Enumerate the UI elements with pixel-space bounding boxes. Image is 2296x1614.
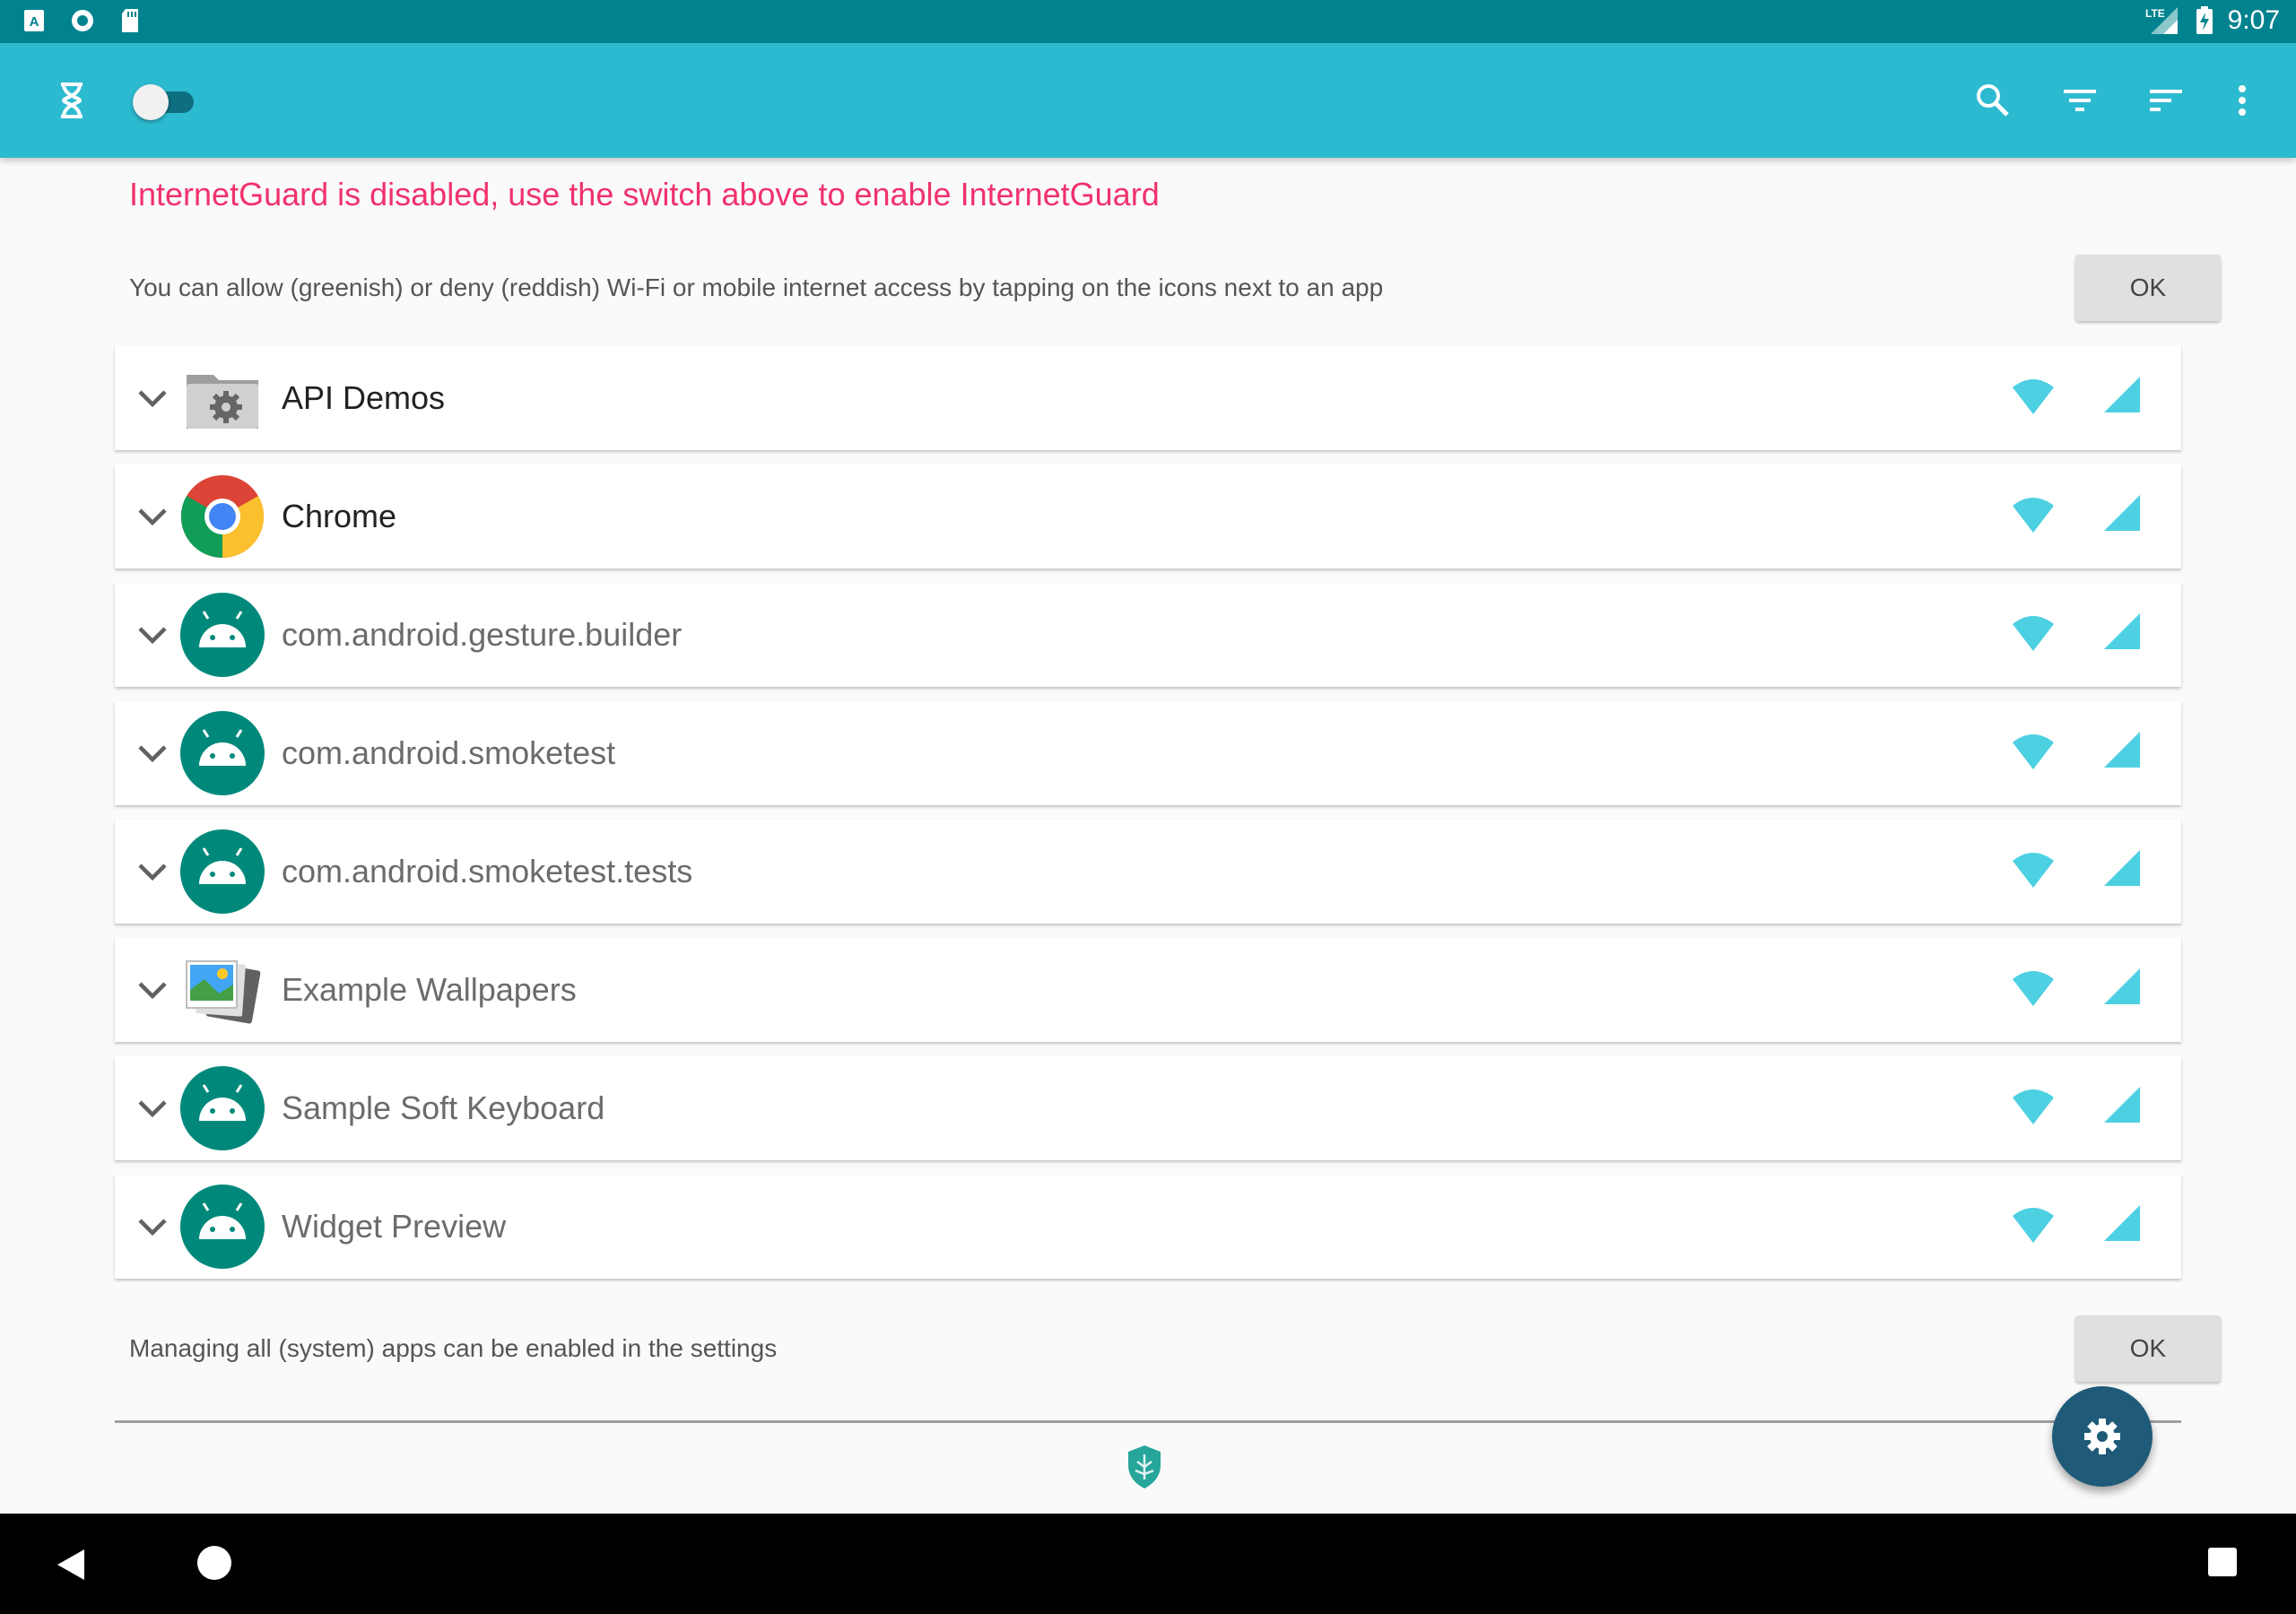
internetguard-switch[interactable] bbox=[133, 84, 196, 120]
mobile-data-icon[interactable] bbox=[2102, 612, 2142, 651]
switch-thumb bbox=[133, 84, 169, 120]
status-clock: 9:07 bbox=[2227, 5, 2280, 35]
list-item-chrome[interactable]: Chrome bbox=[115, 464, 2181, 568]
chevron-down-icon[interactable] bbox=[135, 1090, 170, 1126]
app-list: API Demos Chrome com.android.gesture.bui… bbox=[115, 346, 2181, 1293]
sd-card-icon bbox=[122, 9, 138, 32]
android-icon bbox=[180, 711, 265, 795]
wallpaper-icon bbox=[186, 960, 261, 1024]
mobile-data-icon[interactable] bbox=[2102, 375, 2142, 414]
hourglass-button[interactable] bbox=[36, 43, 108, 158]
sort-button[interactable] bbox=[2130, 43, 2202, 158]
shield-logo-icon bbox=[1128, 1445, 1161, 1488]
app-name: Widget Preview bbox=[282, 1208, 507, 1245]
list-item-gesture-builder[interactable]: com.android.gesture.builder bbox=[115, 583, 2181, 687]
android-icon bbox=[180, 593, 265, 677]
navigation-bar bbox=[0, 1514, 2296, 1614]
wifi-icon[interactable] bbox=[2011, 1205, 2056, 1245]
circle-notification-icon bbox=[72, 10, 93, 31]
overflow-menu-button[interactable] bbox=[2206, 43, 2278, 158]
hourglass-icon bbox=[61, 82, 83, 118]
wifi-icon[interactable] bbox=[2011, 968, 2056, 1008]
wifi-icon[interactable] bbox=[2011, 1087, 2056, 1126]
wifi-icon[interactable] bbox=[2011, 495, 2056, 534]
mobile-data-icon[interactable] bbox=[2102, 1203, 2142, 1243]
home-icon[interactable] bbox=[197, 1546, 231, 1580]
wifi-icon[interactable] bbox=[2011, 732, 2056, 771]
hint-bottom-text: Managing all (system) apps can be enable… bbox=[129, 1334, 778, 1362]
chevron-down-icon[interactable] bbox=[135, 617, 170, 653]
filter-icon bbox=[2064, 90, 2096, 111]
chevron-down-icon[interactable] bbox=[135, 499, 170, 534]
mobile-data-icon[interactable] bbox=[2102, 493, 2142, 533]
app-name: API Demos bbox=[282, 379, 446, 416]
chevron-down-icon[interactable] bbox=[135, 854, 170, 889]
search-icon bbox=[1977, 84, 2009, 117]
network-type: LTE bbox=[2145, 7, 2165, 20]
recent-apps-icon[interactable] bbox=[2208, 1548, 2237, 1576]
chevron-down-icon[interactable] bbox=[135, 735, 170, 771]
divider bbox=[115, 1420, 2181, 1423]
list-item-smoketest[interactable]: com.android.smoketest bbox=[115, 701, 2181, 805]
hint-top: You can allow (greenish) or deny (reddis… bbox=[129, 255, 2221, 321]
list-item-sample-soft-keyboard[interactable]: Sample Soft Keyboard bbox=[115, 1056, 2181, 1160]
app-name: Sample Soft Keyboard bbox=[282, 1089, 605, 1126]
mobile-data-icon[interactable] bbox=[2102, 967, 2142, 1006]
toolbar bbox=[0, 43, 2296, 158]
back-icon[interactable] bbox=[56, 1548, 86, 1582]
hint-bottom: Managing all (system) apps can be enable… bbox=[129, 1315, 2221, 1382]
chevron-down-icon[interactable] bbox=[135, 1209, 170, 1245]
mobile-data-icon[interactable] bbox=[2102, 1085, 2142, 1124]
lte-signal-icon: LTE bbox=[2145, 7, 2178, 34]
folder-gear-icon bbox=[187, 375, 258, 429]
android-icon bbox=[180, 1066, 265, 1150]
app-name: Example Wallpapers bbox=[282, 971, 577, 1008]
gear-icon bbox=[2084, 1419, 2120, 1454]
status-bar: A LTE 9:07 bbox=[0, 0, 2296, 43]
mobile-data-icon[interactable] bbox=[2102, 730, 2142, 769]
sort-icon bbox=[2150, 90, 2182, 111]
app-name: Chrome bbox=[282, 498, 397, 534]
app-name: com.android.smoketest bbox=[282, 734, 616, 771]
list-item-api-demos[interactable]: API Demos bbox=[115, 346, 2181, 450]
chevron-down-icon[interactable] bbox=[135, 380, 170, 416]
disabled-warning: InternetGuard is disabled, use the switc… bbox=[129, 176, 1160, 213]
settings-fab[interactable] bbox=[2052, 1386, 2152, 1487]
svg-text:A: A bbox=[30, 14, 39, 30]
list-item-example-wallpapers[interactable]: Example Wallpapers bbox=[115, 938, 2181, 1042]
mobile-data-icon[interactable] bbox=[2102, 848, 2142, 888]
wifi-icon[interactable] bbox=[2011, 377, 2056, 416]
battery-charging-icon bbox=[2196, 6, 2213, 34]
app-name: com.android.smoketest.tests bbox=[282, 853, 693, 889]
hint-top-ok-button[interactable]: OK bbox=[2075, 255, 2221, 321]
app-name: com.android.gesture.builder bbox=[282, 616, 683, 653]
search-button[interactable] bbox=[1957, 43, 2029, 158]
chevron-down-icon[interactable] bbox=[135, 972, 170, 1008]
filter-button[interactable] bbox=[2044, 43, 2116, 158]
wifi-icon[interactable] bbox=[2011, 850, 2056, 889]
list-item-widget-preview[interactable]: Widget Preview bbox=[115, 1175, 2181, 1279]
list-item-smoketest-tests[interactable]: com.android.smoketest.tests bbox=[115, 820, 2181, 924]
android-icon bbox=[180, 829, 265, 914]
android-icon bbox=[180, 1184, 265, 1269]
a-notification-icon: A bbox=[24, 10, 44, 31]
hint-bottom-ok-button[interactable]: OK bbox=[2075, 1315, 2221, 1382]
wifi-icon[interactable] bbox=[2011, 613, 2056, 653]
overflow-menu-icon bbox=[2239, 85, 2246, 116]
chrome-icon bbox=[180, 475, 265, 559]
hint-top-text: You can allow (greenish) or deny (reddis… bbox=[129, 273, 1384, 301]
